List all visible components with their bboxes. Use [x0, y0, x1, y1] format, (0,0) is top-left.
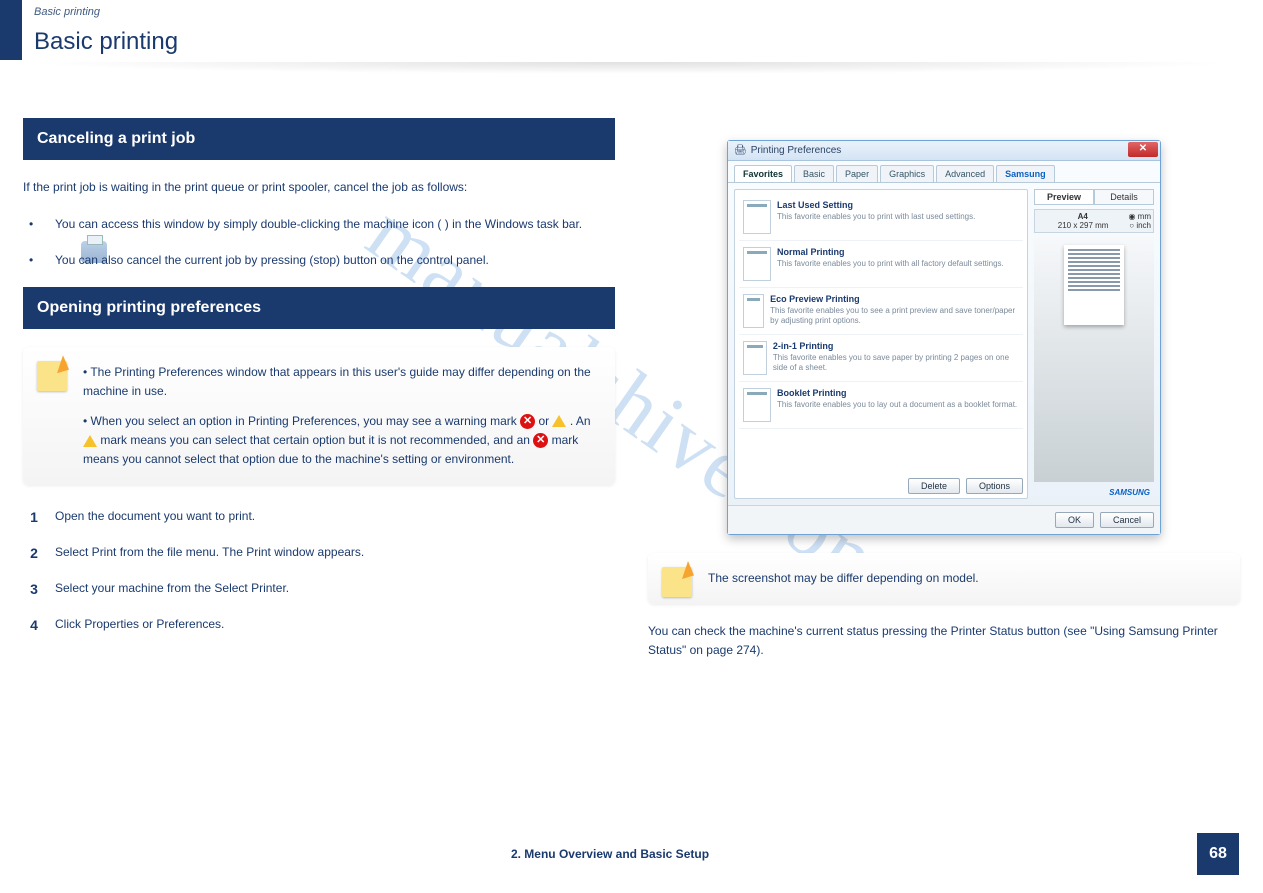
bullet: •	[29, 215, 33, 233]
page-title: Basic printing	[34, 28, 178, 56]
dialog-tabs: Favorites Basic Paper Graphics Advanced …	[728, 161, 1160, 183]
favorite-title: Normal Printing	[777, 247, 1004, 257]
favorite-desc: This favorite enables you to see a print…	[770, 306, 1019, 325]
bullet: •	[29, 251, 33, 269]
tab-samsung[interactable]: Samsung	[996, 165, 1055, 182]
options-button[interactable]: Options	[966, 478, 1023, 494]
tab-paper[interactable]: Paper	[836, 165, 878, 182]
favorite-item[interactable]: Eco Preview Printing This favorite enable…	[739, 288, 1023, 335]
left-column: Canceling a print job If the print job i…	[23, 118, 615, 651]
favorite-item[interactable]: 2-in-1 Printing This favorite enables you…	[739, 335, 1023, 382]
page-number-badge: 68	[1197, 833, 1239, 875]
footer-chapter: 2. Menu Overview and Basic Setup	[511, 847, 709, 861]
favorite-title: Booklet Printing	[777, 388, 1017, 398]
ok-button[interactable]: OK	[1055, 512, 1094, 528]
favorite-thumb-icon	[743, 388, 771, 422]
prefs-step-1: Open the document you want to print.	[55, 509, 255, 523]
favorite-thumb-icon	[743, 247, 771, 281]
prefs-step-3: Select your machine from the Select Prin…	[55, 581, 289, 595]
dialog-titlebar[interactable]: 🖨 Printing Preferences ✕	[728, 141, 1160, 161]
step-num: 2	[23, 543, 45, 565]
note-p1: The Printing Preferences window that app…	[83, 365, 591, 398]
right-note-text: The screenshot may be differ depending o…	[708, 571, 979, 585]
favorite-title: 2-in-1 Printing	[773, 341, 1019, 351]
favorite-thumb-icon	[743, 341, 767, 375]
right-column: 🖨 Printing Preferences ✕ Favorites Basic…	[648, 118, 1240, 679]
note-p2b: or	[538, 414, 552, 428]
note-icon	[37, 361, 67, 391]
header-accent	[0, 0, 22, 60]
favorite-item[interactable]: Booklet Printing This favorite enables yo…	[739, 382, 1023, 429]
favorite-title: Last Used Setting	[777, 200, 975, 210]
cancel-intro: If the print job is waiting in the print…	[23, 178, 615, 197]
paper-size-row: A4 ◉ mm 210 x 297 mm ○ inch	[1034, 209, 1154, 233]
error-icon-2: ✕	[533, 433, 548, 448]
divider	[22, 62, 1239, 74]
step-num: 1	[23, 507, 45, 529]
dialog-title-icon: 🖨	[734, 145, 747, 156]
step-num: 4	[23, 615, 45, 637]
favorite-desc: This favorite enables you to save paper …	[773, 353, 1019, 372]
breadcrumb: Basic printing	[34, 6, 100, 18]
tab-basic[interactable]: Basic	[794, 165, 834, 182]
favorite-desc: This favorite enables you to lay out a d…	[777, 400, 1017, 410]
prefs-step-2: Select Print from the file menu. The Pri…	[55, 545, 364, 559]
cancel-step-1: You can access this window by simply dou…	[55, 217, 582, 231]
tab-favorites[interactable]: Favorites	[734, 165, 792, 182]
note-box-right: The screenshot may be differ depending o…	[648, 553, 1240, 604]
favorite-desc: This favorite enables you to print with …	[777, 259, 1004, 269]
close-button[interactable]: ✕	[1128, 142, 1158, 157]
delete-button[interactable]: Delete	[908, 478, 960, 494]
note-icon	[662, 567, 692, 597]
printing-preferences-dialog: 🖨 Printing Preferences ✕ Favorites Basic…	[727, 140, 1161, 535]
unit-inch[interactable]: ○ inch	[1129, 221, 1151, 230]
favorite-thumb-icon	[743, 294, 764, 328]
tab-advanced[interactable]: Advanced	[936, 165, 994, 182]
preview-pane: Preview Details A4 ◉ mm 210 x 297 mm ○ i…	[1034, 189, 1154, 499]
preview-area	[1034, 237, 1154, 482]
prefs-step-4: Click Properties or Preferences.	[55, 617, 224, 631]
brand-logo: SAMSUNG	[1034, 486, 1154, 499]
cancel-button[interactable]: Cancel	[1100, 512, 1154, 528]
dialog-title: Printing Preferences	[751, 145, 842, 156]
favorite-item[interactable]: Normal Printing This favorite enables you…	[739, 241, 1023, 288]
section-cancel-title: Canceling a print job	[23, 118, 615, 160]
paper-dim: 210 x 297 mm	[1058, 221, 1109, 230]
prefs-steps: 1Open the document you want to print. 2S…	[23, 507, 615, 633]
side-tab-preview[interactable]: Preview	[1034, 189, 1094, 205]
preview-sheet-icon	[1064, 245, 1124, 325]
favorite-desc: This favorite enables you to print with …	[777, 212, 975, 222]
favorite-item[interactable]: Last Used Setting This favorite enables y…	[739, 194, 1023, 241]
warning-icon-2	[83, 435, 97, 447]
cancel-steps: • You can access this window by simply d…	[23, 215, 615, 269]
note-p2a: When you select an option in Printing Pr…	[91, 414, 521, 428]
cancel-step-1-text: You can access this window by simply dou…	[55, 217, 582, 231]
side-tab-details[interactable]: Details	[1094, 189, 1154, 205]
cancel-step-2: You can also cancel the current job by p…	[55, 253, 489, 267]
unit-mm[interactable]: ◉ mm	[1128, 212, 1151, 221]
favorite-title: Eco Preview Printing	[770, 294, 1019, 304]
page-footer: 2. Menu Overview and Basic Setup 68	[23, 833, 1239, 875]
favorites-pane: Last Used Setting This favorite enables y…	[734, 189, 1028, 499]
note-p2d: mark means you can select that certain o…	[100, 433, 533, 447]
tab-graphics[interactable]: Graphics	[880, 165, 934, 182]
warning-icon	[552, 415, 566, 427]
paper-size: A4	[1078, 212, 1088, 221]
note-box-left: • The Printing Preferences window that a…	[23, 347, 615, 485]
favorite-thumb-icon	[743, 200, 771, 234]
note-p2c: . An	[570, 414, 591, 428]
section-prefs-title: Opening printing preferences	[23, 287, 615, 329]
step-num: 3	[23, 579, 45, 601]
right-paragraph: You can check the machine's current stat…	[648, 622, 1240, 660]
error-icon: ✕	[520, 414, 535, 429]
